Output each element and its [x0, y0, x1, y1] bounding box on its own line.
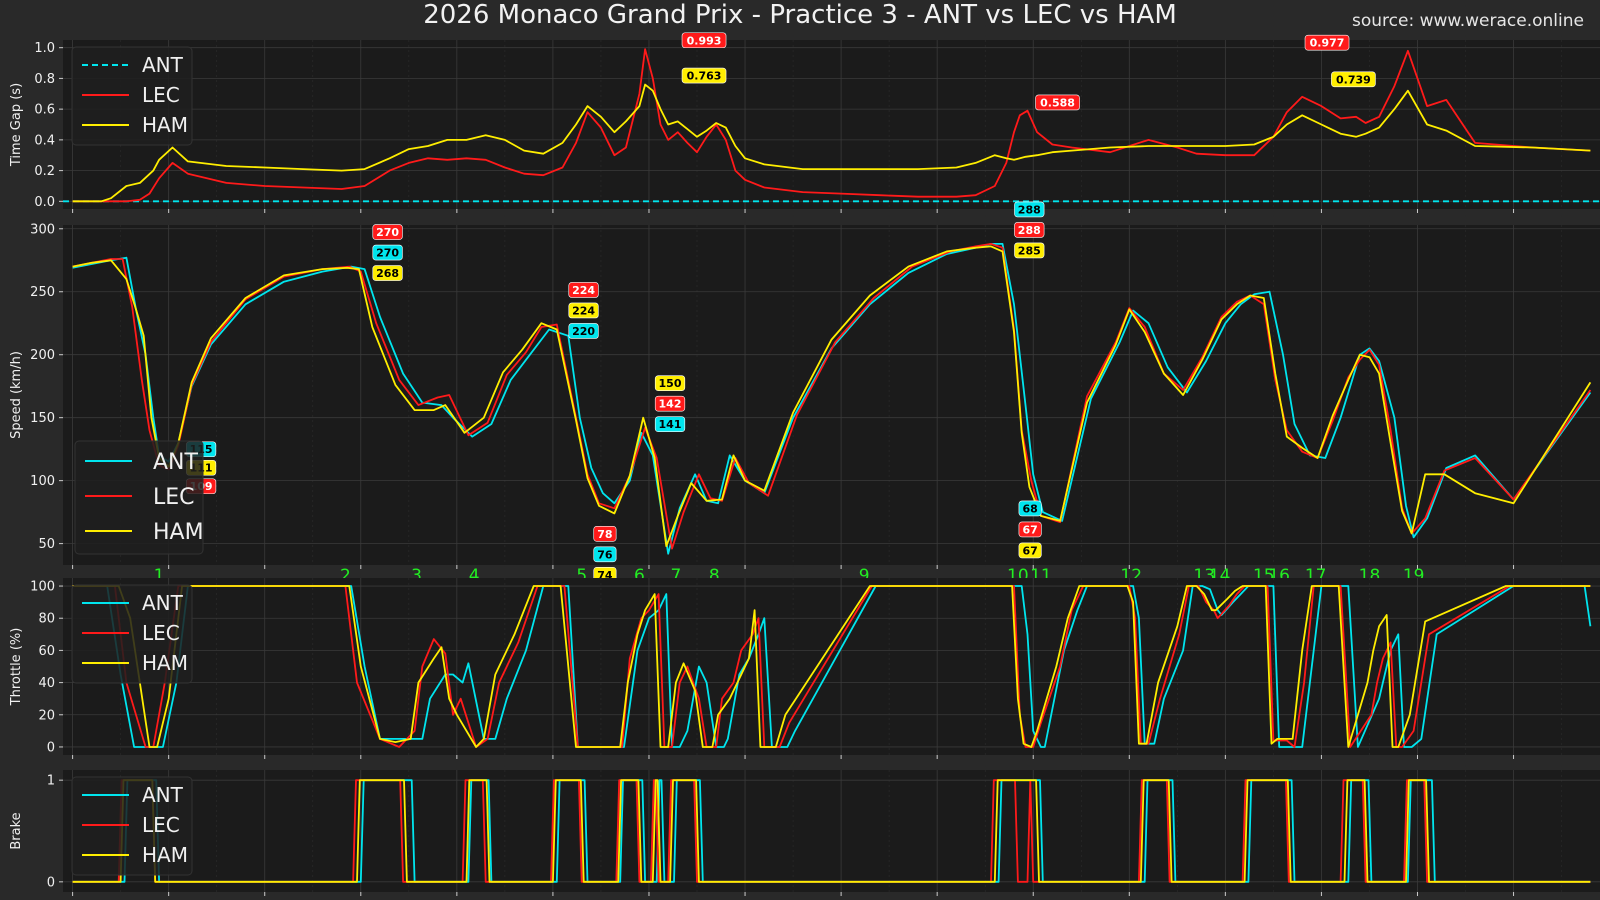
y-tick-label: 0: [47, 740, 55, 755]
y-tick-label: 80: [38, 612, 55, 627]
annotation-ham: 150: [659, 377, 682, 390]
annotation-lec: 270: [376, 226, 399, 239]
annotation-lec: 0.993: [687, 34, 722, 47]
legend-label-ant: ANT: [142, 591, 184, 615]
telemetry-chart: 0.0 0.2 0.4 0.6 0.8 1.0 Time Gap (s) 0.993 0.763…: [9, 32, 1600, 896]
legend-label-ham: HAM: [153, 520, 204, 545]
annotation-lec: 142: [659, 398, 682, 411]
legend-label-ant: ANT: [142, 783, 184, 807]
legend-label-lec: LEC: [142, 813, 180, 837]
annotation-lec: 288: [1018, 224, 1041, 237]
brake-panel: 0 1 Brake ANT LEC HAM: [9, 770, 1600, 896]
y-tick-label: 0.4: [34, 133, 55, 148]
annotation-ham: 224: [572, 304, 595, 317]
legend-label-lec: LEC: [142, 83, 180, 107]
y-tick-label: 150: [30, 411, 55, 426]
y-tick-label: 60: [38, 644, 55, 659]
annotation-ant: 220: [572, 325, 595, 338]
annotation-ham: 268: [376, 267, 399, 280]
time-gap-panel: 0.0 0.2 0.4 0.6 0.8 1.0 Time Gap (s) 0.993 0.763…: [9, 32, 1600, 213]
annotation-ant: 270: [376, 247, 399, 260]
annotation-ham: 0.763: [687, 70, 722, 83]
y-tick-label: 20: [38, 708, 55, 723]
y-tick-label: 1: [47, 774, 55, 789]
y-tick-label: 0.8: [34, 72, 55, 87]
annotation-ham: 0.739: [1336, 73, 1371, 86]
legend-label-ant: ANT: [153, 450, 199, 475]
y-tick-label: 250: [30, 285, 55, 300]
y-tick-label: 200: [30, 348, 55, 363]
y-tick-label: 40: [38, 676, 55, 691]
y-tick-label: 0.6: [34, 103, 55, 118]
y-tick-label: 0: [47, 875, 55, 890]
annotation-ant: 76: [597, 548, 613, 561]
y-tick-label: 1.0: [34, 41, 55, 56]
annotation-lec: 224: [572, 284, 595, 297]
y-tick-label: 100: [30, 474, 55, 489]
speed-km-h-axis-label: Speed (km/h): [9, 351, 24, 439]
annotation-lec: 67: [1022, 523, 1037, 536]
annotation-ham: 67: [1022, 544, 1037, 557]
y-tick-label: 0.2: [34, 164, 55, 179]
legend-label-ham: HAM: [142, 113, 188, 137]
legend-label-ham: HAM: [142, 651, 188, 675]
legend-label-lec: LEC: [142, 621, 180, 645]
annotation-ant: 141: [659, 418, 682, 431]
y-tick-label: 100: [30, 580, 55, 595]
annotation-ant: 288: [1018, 203, 1041, 216]
annotation-ham: 285: [1018, 244, 1041, 257]
annotation-lec: 0.977: [1310, 37, 1345, 50]
throttle-axis-label: Throttle (%): [9, 628, 24, 707]
speed-panel: 50100150200250300Speed (km/h)11511110927…: [9, 201, 1600, 586]
y-tick-label: 300: [30, 222, 55, 237]
annotation-lec: 0.588: [1040, 96, 1075, 109]
annotation-ant: 68: [1022, 502, 1037, 515]
legend-label-ant: ANT: [142, 53, 184, 77]
time-gap-s-axis-label: Time Gap (s): [9, 83, 24, 167]
throttle-panel: 0 20 40 60 80 100 Throttle (%) ANT LEC HAM: [9, 578, 1600, 759]
brake-axis-label: Brake: [9, 812, 24, 849]
annotation-lec: 78: [597, 528, 612, 541]
legend-label-lec: LEC: [153, 485, 195, 510]
y-tick-label: 0.0: [34, 195, 55, 210]
legend-label-ham: HAM: [142, 843, 188, 867]
y-tick-label: 50: [38, 537, 55, 552]
